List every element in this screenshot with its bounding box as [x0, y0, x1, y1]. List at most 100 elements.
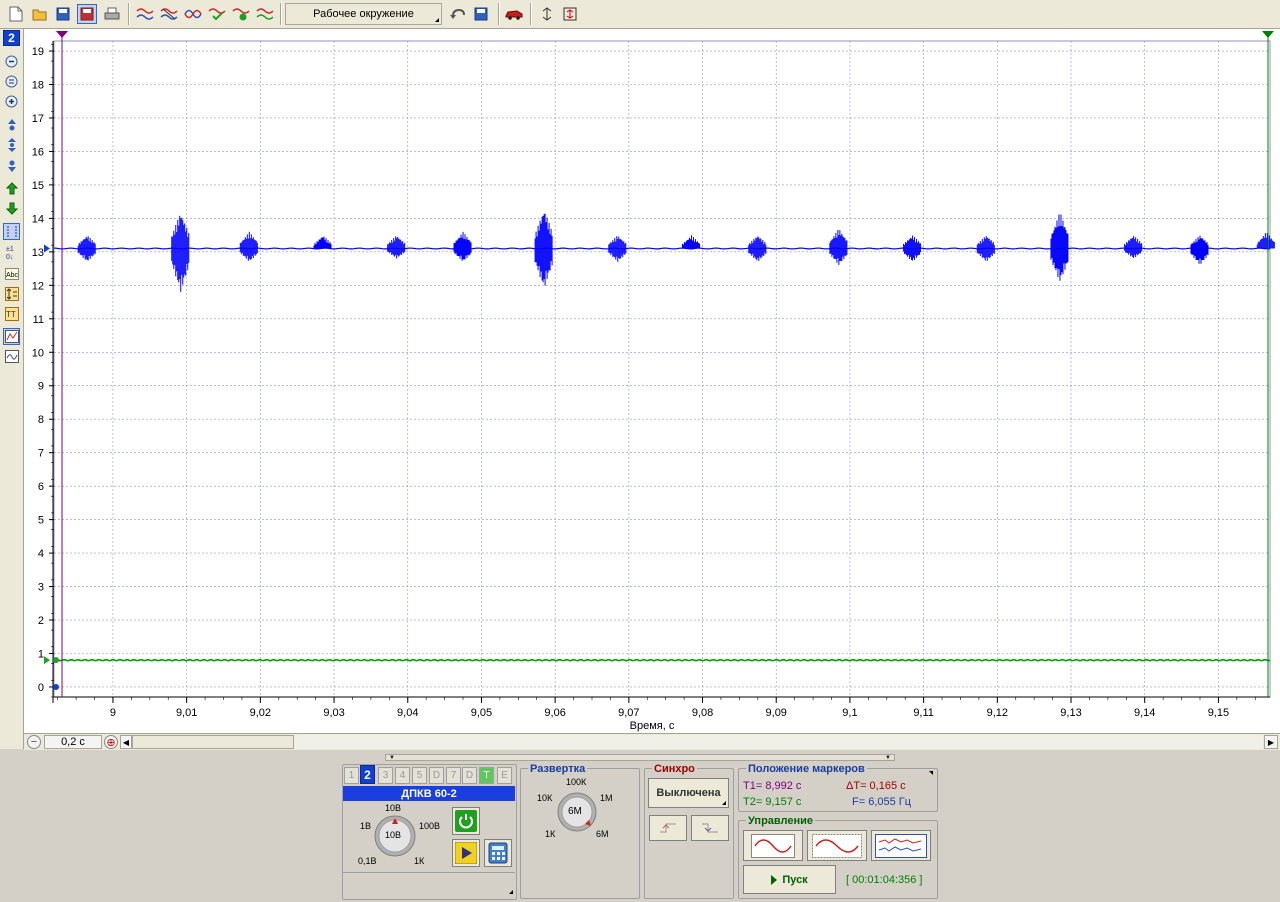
scroll-thumb[interactable]	[132, 735, 294, 749]
waves-icon[interactable]	[135, 4, 155, 24]
y-tick-label: 2	[38, 615, 44, 627]
fit-vertical-icon[interactable]	[560, 4, 580, 24]
oscillogram-plot[interactable]: 0 1 2 3 4 5 6 7 8 9 10 11 12 13 14 15 16 17 18 19 9 9,01 9,02…	[24, 29, 1280, 733]
shift-up-icon[interactable]	[3, 116, 20, 133]
channel-footer	[343, 872, 515, 896]
graph-mode-icon[interactable]	[3, 328, 20, 345]
cursor-mode-icon[interactable]	[3, 223, 20, 240]
signal-burst	[313, 236, 332, 249]
zoom-out-icon[interactable]	[3, 53, 20, 70]
recorder-mode-button[interactable]	[871, 830, 931, 861]
car-icon[interactable]	[504, 4, 524, 24]
x-tick-label: 9,14	[1134, 707, 1155, 719]
y-tick-label: 8	[38, 414, 44, 426]
continuous-mode-button[interactable]	[807, 830, 867, 861]
sweep-knob-value: 6М	[568, 806, 582, 817]
channel-tab-9[interactable]: E	[497, 767, 512, 784]
sync-falling-button[interactable]	[691, 815, 729, 841]
waves-check-icon[interactable]	[207, 4, 227, 24]
x-tick-label: 9,02	[250, 707, 271, 719]
channel-tab-6[interactable]: 7	[446, 767, 461, 784]
new-file-icon[interactable]	[6, 4, 26, 24]
measure-mode-icon[interactable]: ±1 0↓	[3, 243, 20, 260]
y-tick-label: 13	[32, 247, 44, 259]
x-tick-label: 9,05	[471, 707, 492, 719]
signal-burst	[903, 235, 922, 261]
time-zoom-in-button[interactable]: ⊕	[104, 735, 118, 749]
signal-burst	[1190, 235, 1209, 264]
arrow-up-icon[interactable]	[3, 180, 20, 197]
signal-burst	[829, 229, 848, 265]
time-zoom-out-button[interactable]: −	[27, 735, 41, 749]
plot-canvas[interactable]: 012345678910111213141516171819 9 9,01 9,02…	[24, 29, 1280, 733]
sync-title: Синхро	[652, 763, 697, 775]
sync-rising-button[interactable]	[649, 815, 687, 841]
text-mode-icon[interactable]: Abc	[3, 265, 20, 282]
zoom-fit-icon[interactable]	[3, 73, 20, 90]
arrow-down-icon[interactable]	[3, 200, 20, 217]
waves-crossed-icon[interactable]	[159, 4, 179, 24]
volts-label-right-bottom: 1К	[414, 856, 425, 866]
undo-icon[interactable]	[448, 4, 468, 24]
volts-knob-value: 10В	[385, 830, 402, 840]
x-tick-label: 9,07	[618, 707, 639, 719]
channel-tab-2[interactable]: 3	[378, 767, 393, 784]
save-as-icon[interactable]	[77, 4, 97, 24]
waves-add-icon[interactable]	[231, 4, 251, 24]
print-icon[interactable]	[102, 4, 122, 24]
x-tick-label: 9	[110, 707, 116, 719]
auto-scale-icon[interactable]	[537, 4, 557, 24]
y-tick-label: 9	[38, 381, 44, 393]
channel-tab-5[interactable]: D	[429, 767, 444, 784]
channel-play-button[interactable]	[452, 839, 480, 867]
y-tick-label: 6	[38, 481, 44, 493]
x-tick-label: 9,08	[692, 707, 713, 719]
time-markers[interactable]	[44, 31, 1274, 697]
scroll-left-button[interactable]: ◀	[120, 735, 132, 749]
time-scroll-bar: − 0,2 с ⊕ ◀ ▶	[24, 733, 1280, 750]
sync-mode-button[interactable]: Выключена	[648, 778, 729, 808]
scale-mode-icon[interactable]	[3, 285, 20, 302]
x-tick-label: 9,04	[397, 707, 418, 719]
scroll-right-button[interactable]: ▶	[1264, 735, 1278, 749]
sensor-name: ДПКВ 60-2	[343, 786, 515, 801]
green-trace	[53, 658, 1271, 662]
zero-marker-green	[53, 657, 59, 664]
channel-tab-4[interactable]: 5	[412, 767, 427, 784]
volts-label-right-top: 100В	[419, 821, 441, 831]
markers-menu-icon[interactable]	[929, 771, 933, 775]
start-button[interactable]: Пуск	[743, 865, 836, 894]
sweep-label-top: 100К	[566, 777, 587, 787]
shift-center-icon[interactable]	[3, 136, 20, 153]
channel-level-blue	[44, 244, 50, 253]
channel-tab-7[interactable]: D	[462, 767, 477, 784]
time-scale-value: 0,2 с	[44, 735, 102, 749]
channel-tab-0[interactable]: 1	[344, 767, 359, 784]
signal-burst	[1124, 235, 1143, 258]
environment-button[interactable]: Рабочее окружение	[285, 3, 442, 25]
save-icon[interactable]	[53, 4, 73, 24]
shift-down-icon[interactable]	[3, 157, 20, 174]
channel-badge[interactable]: 2	[3, 30, 20, 46]
channel-power-button[interactable]	[452, 807, 480, 835]
channel-level-green	[44, 656, 50, 665]
wave-mode-icon[interactable]	[3, 348, 20, 365]
open-folder-icon[interactable]	[30, 4, 50, 24]
sync-mode-label: Выключена	[656, 787, 721, 799]
calculator-button[interactable]	[484, 839, 512, 867]
scroll-track[interactable]	[132, 735, 1263, 749]
channel-tab-1[interactable]: 2	[360, 765, 375, 784]
marker-t1: T1= 8,992 с	[743, 780, 802, 792]
single-mode-button[interactable]	[743, 830, 803, 861]
x-tick-label: 9,1	[842, 707, 857, 719]
channel-tab-8[interactable]: T	[479, 767, 494, 784]
panel-splitter[interactable]: ▼ ▼	[385, 754, 895, 761]
zoom-in-icon[interactable]	[3, 93, 20, 110]
waves-sine-icon[interactable]	[183, 4, 203, 24]
waves-ok-icon[interactable]	[255, 4, 275, 24]
signal-burst	[681, 235, 700, 249]
channel-tab-3[interactable]: 4	[395, 767, 410, 784]
save-env-icon[interactable]	[471, 4, 491, 24]
tt-mode-icon[interactable]: TT	[3, 305, 20, 322]
sweep-label-right-bottom: 6М	[596, 829, 609, 839]
